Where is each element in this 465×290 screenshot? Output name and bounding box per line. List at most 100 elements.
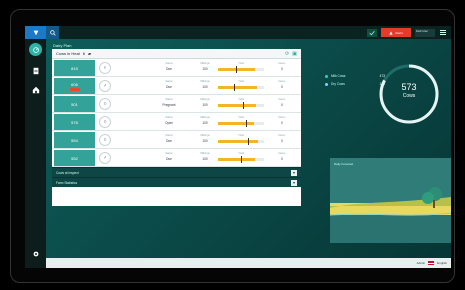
page-title: Dairy Plan <box>53 43 72 48</box>
status-label: Status <box>165 116 173 119</box>
milk-label: Milkings <box>200 134 210 137</box>
user-menu[interactable]: Farm User <box>415 28 435 37</box>
section-label: Farm Statistics <box>56 180 78 185</box>
inst-value: 0 <box>281 139 283 143</box>
milk-value: 100 <box>202 85 208 89</box>
inst-value: 0 <box>281 103 283 107</box>
cow-status-icon: ○ <box>99 116 111 128</box>
inst-label: Insem. <box>278 152 286 155</box>
top-bar: Alerts Farm User <box>25 26 451 39</box>
milk-value: 100 <box>202 139 208 143</box>
app-screen: Alerts Farm User Dairy Plan Cows in Heat… <box>25 26 451 268</box>
milk-label: Milkings <box>200 62 210 65</box>
user-label: Farm User <box>416 29 428 33</box>
table-row[interactable]: 815 ♀ Status Due Milkings 100 Yield Insem.… <box>52 59 301 77</box>
status-label: Status <box>165 98 173 101</box>
menu-icon[interactable] <box>439 29 447 37</box>
section-label: Cows at Inspect <box>56 170 79 175</box>
inst-label: Insem. <box>278 134 286 137</box>
section-farm-stats[interactable]: Farm Statistics ▾ <box>52 177 301 187</box>
section-cows-inspect[interactable]: Cows at Inspect ▾ <box>52 167 301 177</box>
cow-id-badge: 554 <box>54 132 95 148</box>
milk-label: Milkings <box>200 116 210 119</box>
forecast-card[interactable]: Daily Forecast <box>330 158 451 243</box>
table-row[interactable]: 578 ○ Status Open Milkings 100 Yield Insem… <box>52 113 301 131</box>
inst-label: Insem. <box>278 98 286 101</box>
cow-icon: ▰ <box>88 51 92 56</box>
legend-label: Milk Cows <box>331 74 346 78</box>
table-row[interactable]: 606 ♂ Status Due Milkings 100 Yield Insem.… <box>52 77 301 95</box>
list-selector[interactable]: Cows in Heat <box>56 51 80 56</box>
left-nav <box>25 39 46 268</box>
settings-icon[interactable] <box>29 247 42 260</box>
landscape-illustration <box>330 187 451 243</box>
inst-label: Insem. <box>278 116 286 119</box>
table-row[interactable]: 501 ○ Status Pregnant Milkings 100 Yield I… <box>52 95 301 113</box>
list-count: 6 <box>82 51 86 56</box>
milk-label: Milkings <box>200 80 210 83</box>
bar-label: Yield <box>238 62 244 65</box>
app-logo-icon[interactable] <box>25 26 46 39</box>
language-select[interactable]: English <box>437 261 447 265</box>
cow-list-panel: Cows in Heat 6 ▰ ⟳ ▣ 815 ♀ Status Due Mil… <box>52 49 301 206</box>
milk-value: 100 <box>202 67 208 71</box>
stats-legend: Milk Cows 473 Dry Cows 100 <box>325 74 385 90</box>
yield-bar <box>218 156 264 163</box>
alerts-button[interactable]: Alerts <box>381 28 411 37</box>
cow-status-icon: ○ <box>99 134 111 146</box>
cow-status-icon: ♀ <box>99 62 111 74</box>
legend-dot <box>325 74 328 78</box>
milk-value: 100 <box>202 121 208 125</box>
uk-flag-icon[interactable] <box>428 261 435 265</box>
cow-id: 552 <box>71 155 78 161</box>
alert-flag <box>69 87 80 91</box>
yield-bar <box>218 138 264 145</box>
status-label: Status <box>165 152 173 155</box>
donut-label: Cows <box>402 93 416 99</box>
legend-row: Milk Cows 473 <box>325 74 385 78</box>
table-row[interactable]: 554 ○ Status Due Milkings 100 Yield Insem.… <box>52 131 301 149</box>
cow-id-badge: 501 <box>54 96 95 112</box>
status-value: Pregnant <box>162 103 176 107</box>
bar-label: Yield <box>238 116 244 119</box>
cow-id: 606 <box>71 81 78 87</box>
inst-value: 0 <box>281 67 283 71</box>
cow-status-icon: ○ <box>99 98 111 110</box>
cow-id: 501 <box>71 101 78 107</box>
legend-row: Dry Cows 100 <box>325 82 385 86</box>
yield-bar <box>218 84 264 91</box>
nav-dashboard-icon[interactable] <box>29 43 42 56</box>
chevron-down-icon[interactable]: ▾ <box>291 170 297 176</box>
alerts-label: Alerts <box>395 30 403 35</box>
table-row[interactable]: 552 ♂ Status Due Milkings 100 Yield Insem.… <box>52 149 301 167</box>
cow-id: 554 <box>71 137 78 143</box>
footer: Admin English <box>46 258 451 268</box>
inst-label: Insem. <box>278 80 286 83</box>
check-icon[interactable] <box>367 28 377 37</box>
status-value: Due <box>166 85 172 89</box>
cow-id-badge: 606 <box>54 78 95 94</box>
nav-document-icon[interactable] <box>29 64 42 77</box>
yield-bar <box>218 102 264 109</box>
milk-value: 100 <box>202 103 208 107</box>
legend-label: Dry Cows <box>331 82 345 86</box>
milk-label: Milkings <box>200 152 210 155</box>
status-label: Status <box>165 134 173 137</box>
chevron-down-icon[interactable]: ▾ <box>291 180 297 186</box>
donut-value: 573 <box>401 82 417 92</box>
status-value: Due <box>166 157 172 161</box>
bar-label: Yield <box>238 80 244 83</box>
cow-status-icon: ♂ <box>99 152 111 164</box>
cow-status-icon: ♂ <box>99 80 111 92</box>
expand-icon[interactable]: ▣ <box>292 51 297 57</box>
status-label: Status <box>165 62 173 65</box>
refresh-icon[interactable]: ⟳ <box>285 51 289 57</box>
inst-value: 0 <box>281 85 283 89</box>
search-icon[interactable] <box>46 26 59 39</box>
status-value: Open <box>165 121 173 125</box>
nav-farm-icon[interactable] <box>29 83 42 96</box>
top-actions: Alerts Farm User <box>367 28 447 37</box>
status-value: Due <box>166 139 172 143</box>
legend-dot <box>325 82 328 86</box>
cow-id: 578 <box>71 119 78 125</box>
